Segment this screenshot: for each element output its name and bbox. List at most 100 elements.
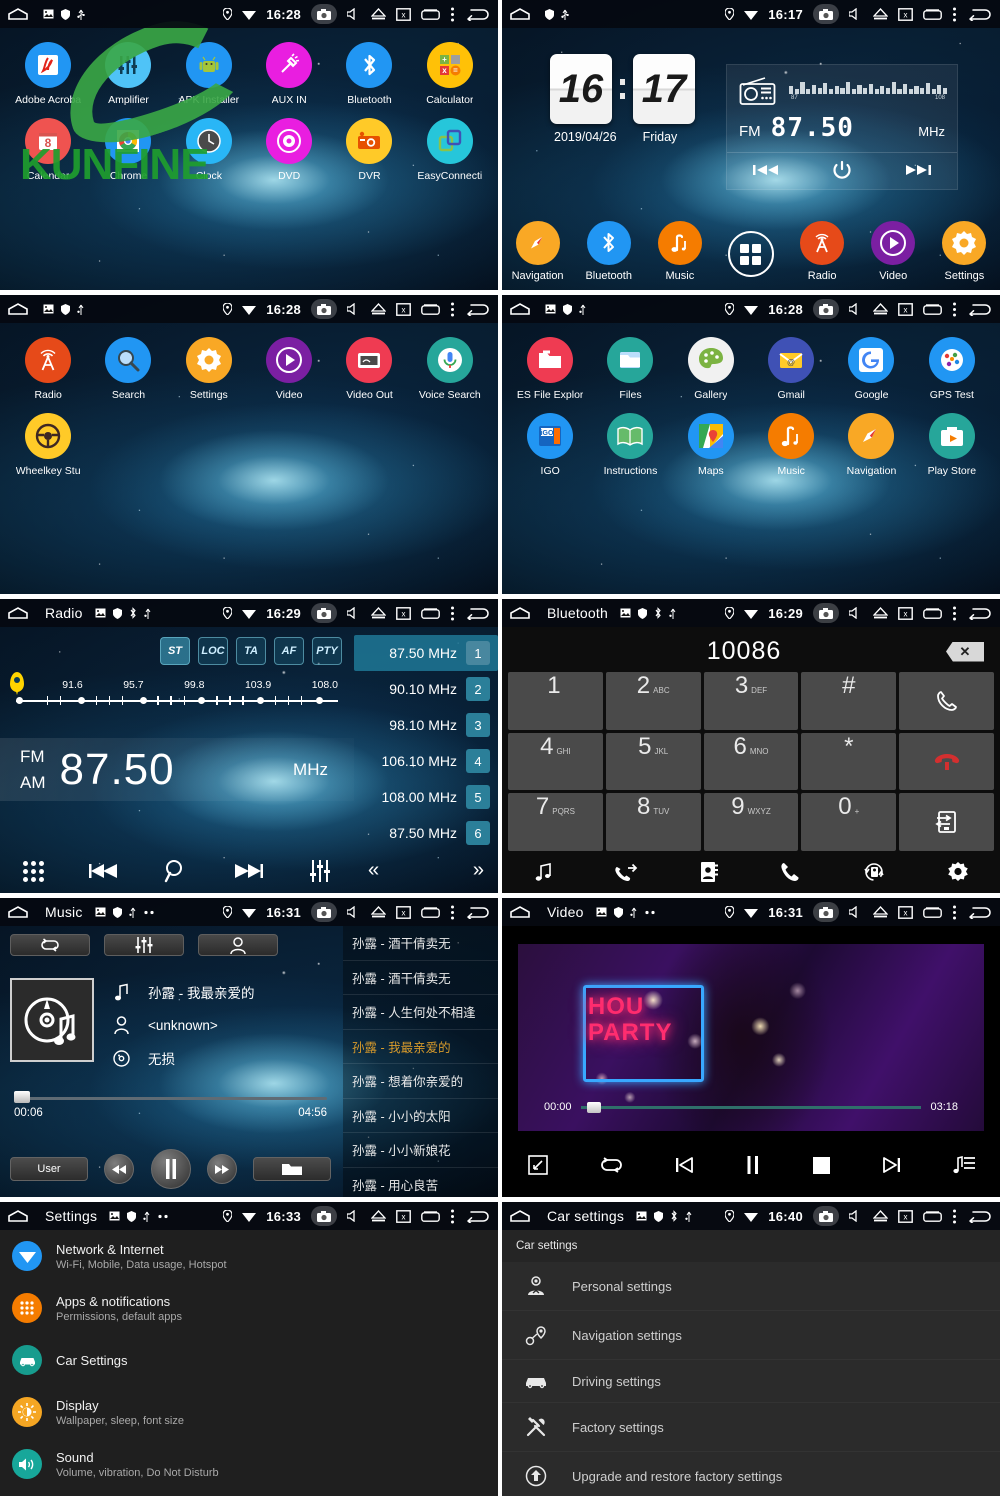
app-aux-in[interactable]: AUX IN xyxy=(249,42,329,106)
call-log-icon[interactable] xyxy=(614,862,638,882)
next-icon[interactable] xyxy=(882,1155,902,1175)
video-surface[interactable]: HOU PARTY 00:00 03:18 xyxy=(518,944,984,1131)
app-calculator[interactable]: + x = Calculator xyxy=(410,42,490,106)
key-9[interactable]: 9 WXYZ xyxy=(703,793,799,851)
screen-off-icon[interactable]: x xyxy=(396,7,411,21)
recents-icon[interactable] xyxy=(923,303,942,315)
home-icon[interactable] xyxy=(509,7,531,21)
home-icon[interactable] xyxy=(7,606,29,620)
screen-off-icon[interactable]: x xyxy=(898,302,913,316)
bt-settings-icon[interactable] xyxy=(947,861,969,883)
recents-icon[interactable] xyxy=(421,906,440,918)
music-playlist[interactable]: 孙露 - 酒干倩卖无 孙露 - 酒干倩卖无 孙露 - 人生何处不相逢 孙露 - … xyxy=(343,926,498,1197)
recents-icon[interactable] xyxy=(421,607,440,619)
mute-icon[interactable] xyxy=(849,8,863,20)
camera-icon[interactable] xyxy=(813,902,839,922)
app-gallery[interactable]: Gallery xyxy=(671,337,751,401)
power-icon[interactable] xyxy=(832,160,852,180)
mute-icon[interactable] xyxy=(347,607,361,619)
prev-icon[interactable] xyxy=(674,1155,694,1175)
app-radio[interactable]: Radio xyxy=(8,337,88,401)
overflow-icon[interactable] xyxy=(952,905,957,920)
preset-item[interactable]: 106.10 MHz 4 xyxy=(354,743,498,779)
mute-icon[interactable] xyxy=(347,303,361,315)
app-bluetooth[interactable]: Bluetooth xyxy=(329,42,409,106)
app-wheelkey-study[interactable]: Wheelkey Stu xyxy=(8,413,88,477)
key-1[interactable]: 1 xyxy=(508,672,603,730)
back-icon[interactable] xyxy=(967,1210,991,1223)
rewind-button[interactable] xyxy=(104,1154,135,1184)
radio-btn-af[interactable]: AF xyxy=(274,637,304,665)
overflow-icon[interactable] xyxy=(450,7,455,22)
camera-icon[interactable] xyxy=(311,902,337,922)
screen-off-icon[interactable]: x xyxy=(898,606,913,620)
overflow-icon[interactable] xyxy=(952,606,957,621)
key-8[interactable]: 8 TUV xyxy=(605,793,701,851)
video-seek-bar[interactable]: 00:00 03:18 xyxy=(544,1101,958,1113)
app-files[interactable]: Files xyxy=(590,337,670,401)
back-icon[interactable] xyxy=(967,303,991,316)
dock-item-navigation[interactable]: Navigation xyxy=(502,221,573,282)
home-icon[interactable] xyxy=(509,1209,531,1223)
bt-music-icon[interactable] xyxy=(533,862,553,882)
forward-button[interactable] xyxy=(206,1154,237,1184)
browse-folder-button[interactable] xyxy=(253,1157,331,1181)
mute-icon[interactable] xyxy=(849,906,863,918)
next-station-icon[interactable] xyxy=(905,163,931,177)
eject-icon[interactable] xyxy=(873,8,888,20)
camera-icon[interactable] xyxy=(813,299,839,319)
transfer-call-button[interactable] xyxy=(899,793,994,851)
camera-icon[interactable] xyxy=(311,299,337,319)
key-2[interactable]: 2 ABC xyxy=(605,672,701,730)
recents-icon[interactable] xyxy=(421,1210,440,1222)
screen-off-icon[interactable]: x xyxy=(396,1209,411,1223)
frequency-slider[interactable]: 5 91.6 95.7 99.8 103.9 108.0 xyxy=(10,672,340,708)
playlist-item[interactable]: 孙露 - 用心良苦 xyxy=(343,1168,498,1198)
equalizer-button[interactable] xyxy=(104,934,184,956)
pause-icon[interactable] xyxy=(745,1155,761,1175)
car-settings-row-personal[interactable]: Personal settings xyxy=(502,1262,1000,1311)
video-seek-knob[interactable] xyxy=(587,1101,602,1113)
sync-contacts-icon[interactable] xyxy=(862,861,886,883)
stop-icon[interactable] xyxy=(812,1156,831,1175)
camera-icon[interactable] xyxy=(311,1206,337,1226)
playlist-item[interactable]: 孙露 - 小小新娘花 xyxy=(343,1133,498,1168)
keypad-icon[interactable] xyxy=(22,860,44,882)
mute-icon[interactable] xyxy=(849,1210,863,1222)
app-search[interactable]: Search xyxy=(88,337,168,401)
screen-off-icon[interactable]: x xyxy=(396,302,411,316)
back-icon[interactable] xyxy=(465,607,489,620)
preset-item[interactable]: 87.50 MHz 6 xyxy=(354,815,498,851)
settings-row-network[interactable]: Network & Internet Wi-Fi, Mobile, Data u… xyxy=(0,1230,498,1282)
eject-icon[interactable] xyxy=(371,8,386,20)
mute-icon[interactable] xyxy=(347,1210,361,1222)
camera-icon[interactable] xyxy=(311,603,337,623)
app-video-out[interactable]: Video Out xyxy=(329,337,409,401)
home-icon[interactable] xyxy=(7,905,29,919)
key-4[interactable]: 4 GHI xyxy=(508,732,603,791)
back-icon[interactable] xyxy=(967,607,991,620)
eject-icon[interactable] xyxy=(371,906,386,918)
back-icon[interactable] xyxy=(465,906,489,919)
dock-item-settings[interactable]: Settings xyxy=(929,221,1000,282)
frequency-marker[interactable] xyxy=(10,672,24,695)
app-dvd[interactable]: DVD xyxy=(249,118,329,182)
mute-icon[interactable] xyxy=(849,607,863,619)
recents-icon[interactable] xyxy=(421,8,440,20)
mute-icon[interactable] xyxy=(347,906,361,918)
app-play-store[interactable]: Play Store xyxy=(912,413,992,477)
playlist-icon[interactable] xyxy=(952,1155,975,1175)
overflow-icon[interactable] xyxy=(450,302,455,317)
eject-icon[interactable] xyxy=(873,1210,888,1222)
back-icon[interactable] xyxy=(967,8,991,21)
screen-off-icon[interactable]: x xyxy=(898,905,913,919)
app-dvr[interactable]: DVR xyxy=(329,118,409,182)
playlist-item[interactable]: 孙露 - 人生何处不相逢 xyxy=(343,995,498,1030)
overflow-icon[interactable] xyxy=(450,1209,455,1224)
eject-icon[interactable] xyxy=(371,607,386,619)
app-instructions[interactable]: Instructions xyxy=(590,413,670,477)
camera-icon[interactable] xyxy=(813,603,839,623)
home-icon[interactable] xyxy=(509,905,531,919)
key-5[interactable]: 5 JKL xyxy=(605,732,701,791)
car-settings-row-navigation[interactable]: Navigation settings xyxy=(502,1311,1000,1360)
